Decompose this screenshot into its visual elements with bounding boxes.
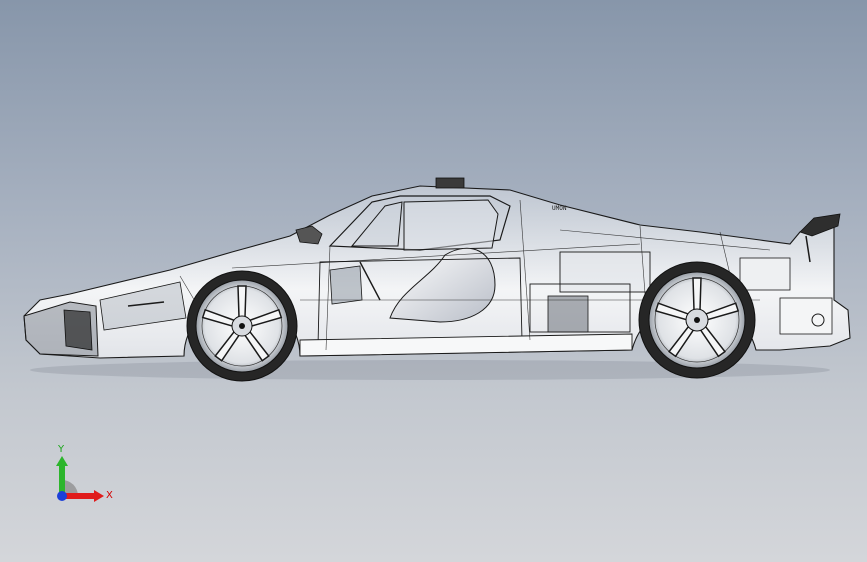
front-intake [63,309,93,351]
engine-block [559,251,651,293]
front-wheel [186,270,298,382]
roof-scoop [435,177,465,189]
z-axis-dot-icon [57,491,67,501]
dashboard-panel [329,265,363,305]
gearbox [547,295,589,333]
x-axis-label: X [106,490,113,501]
rear-diffuser [779,297,833,335]
rear-wheel [638,261,756,379]
rear-badge: UMON [552,205,567,212]
coordinate-triad[interactable]: Y X [40,438,120,518]
rear-bumper-block [739,257,791,291]
graphics-viewport[interactable]: UMON Y X [0,0,867,562]
door-window [403,199,499,251]
car-model[interactable]: UMON [0,0,867,562]
y-axis-label: Y [57,444,65,455]
